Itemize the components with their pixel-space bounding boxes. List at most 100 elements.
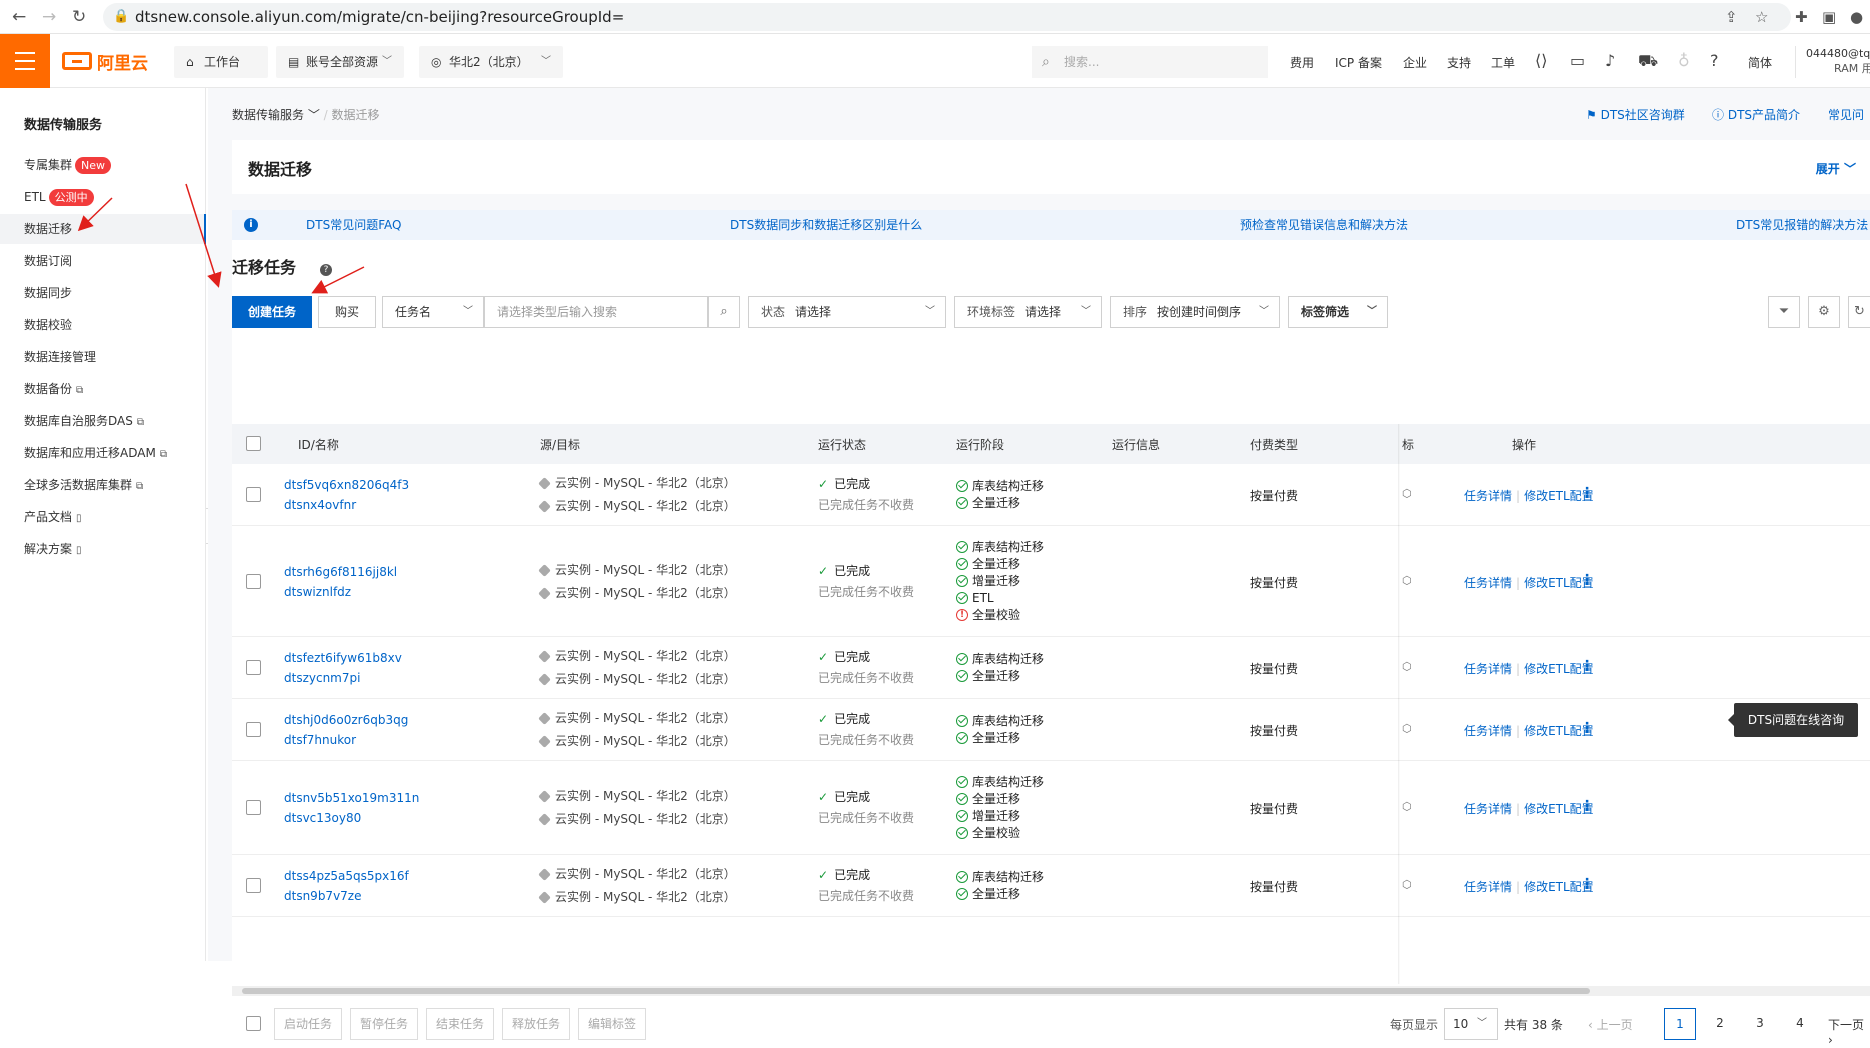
profile-icon[interactable]: ● <box>1850 8 1863 26</box>
sidebar-item-connection-mgmt[interactable]: 数据连接管理 <box>0 342 206 372</box>
faq-link-2[interactable]: DTS数据同步和数据迁移区别是什么 <box>730 210 922 240</box>
row-checkbox[interactable] <box>246 800 261 815</box>
more-actions-icon[interactable]: ⋮ <box>1580 485 1594 501</box>
more-actions-icon[interactable]: ⋮ <box>1580 876 1594 892</box>
sidebar-item-data-validation[interactable]: 数据校验 <box>0 310 206 340</box>
faq-link-4[interactable]: DTS常见报错的解决方法 <box>1736 210 1868 240</box>
task-name-link[interactable]: dtswiznlfdz <box>284 582 397 602</box>
task-id-link[interactable]: dtsfezt6ifyw61b8xv <box>284 648 402 668</box>
footer-select-all-checkbox[interactable] <box>246 1016 261 1031</box>
edit-tags-button[interactable]: 编辑标签 <box>578 1008 646 1040</box>
sidebar-item-data-migration[interactable]: 数据迁移 <box>0 214 206 244</box>
search-button[interactable]: ⌕ <box>708 296 740 328</box>
more-actions-icon[interactable]: ⋮ <box>1580 572 1594 588</box>
row-checkbox[interactable] <box>246 878 261 893</box>
search-type-select[interactable]: 任务名 ﹀ <box>382 296 484 328</box>
row-checkbox[interactable] <box>246 573 261 589</box>
task-name-link[interactable]: dtsvc13oy80 <box>284 808 419 828</box>
task-detail-link[interactable]: 任务详情 <box>1464 489 1512 503</box>
sidebar-item-data-subscription[interactable]: 数据订阅 <box>0 246 206 276</box>
task-detail-link[interactable]: 任务详情 <box>1464 662 1512 676</box>
sidebar-item-solutions[interactable]: 解决方案 ▯ <box>0 534 206 564</box>
sort-select[interactable]: 排序 按创建时间倒序 ﹀ <box>1110 296 1280 328</box>
end-task-button[interactable]: 结束任务 <box>426 1008 494 1040</box>
global-search-input[interactable]: ⌕ 搜索... <box>1032 46 1268 78</box>
task-detail-link[interactable]: 任务详情 <box>1464 880 1512 894</box>
help-icon[interactable]: ? <box>320 264 332 276</box>
task-id-link[interactable]: dtss4pz5a5qs5px16f <box>284 866 409 886</box>
release-task-button[interactable]: 释放任务 <box>502 1008 570 1040</box>
task-name-link[interactable]: dtsn9b7v7ze <box>284 886 409 906</box>
menu-button[interactable] <box>0 34 50 88</box>
tag-icon[interactable]: ⬡ <box>1402 574 1412 587</box>
refresh-button[interactable]: ↻ <box>1848 296 1870 328</box>
bookmark-star-icon[interactable]: ☆ <box>1755 8 1768 26</box>
breadcrumb-root[interactable]: 数据传输服务 <box>232 108 304 122</box>
row-checkbox[interactable] <box>246 660 261 675</box>
page-3[interactable]: 3 <box>1744 1008 1776 1040</box>
tag-icon[interactable]: ⬡ <box>1402 660 1412 673</box>
sidebar-item-docs[interactable]: 产品文档 ▯ <box>0 502 206 532</box>
task-id-link[interactable]: dtsnv5b51xo19m311n <box>284 788 419 808</box>
bell-icon[interactable]: ♪ <box>1605 51 1615 70</box>
tag-icon[interactable]: ⬡ <box>1402 878 1412 891</box>
horizontal-scrollbar[interactable] <box>232 986 1870 996</box>
code-icon[interactable]: ⟨⟩ <box>1535 51 1547 70</box>
status-filter-select[interactable]: 状态 请选择 ﹀ <box>748 296 946 328</box>
scrollbar-thumb[interactable] <box>242 988 1590 994</box>
account-info[interactable]: 044480@tql... RAM 用户 <box>1795 46 1870 78</box>
reload-icon[interactable]: ↻ <box>72 7 86 27</box>
more-actions-icon[interactable]: ⋮ <box>1580 798 1594 814</box>
page-2[interactable]: 2 <box>1704 1008 1736 1040</box>
page-4[interactable]: 4 <box>1784 1008 1816 1040</box>
next-page-button[interactable]: 下一页 › <box>1828 1016 1870 1047</box>
chevron-down-icon[interactable]: ﹀ <box>308 108 324 122</box>
forward-icon[interactable]: → <box>42 7 56 27</box>
settings-button[interactable]: ⚙ <box>1808 296 1840 328</box>
row-checkbox[interactable] <box>246 722 261 737</box>
start-task-button[interactable]: 启动任务 <box>274 1008 342 1040</box>
sidebar-item-data-backup[interactable]: 数据备份 ⧉ <box>0 374 206 404</box>
tag-filter-button[interactable]: 标签筛选 ﹀ <box>1288 296 1388 328</box>
faq-link-3[interactable]: 预检查常见错误信息和解决方法 <box>1240 210 1408 240</box>
env-tag-select[interactable]: 环境标签 请选择 ﹀ <box>954 296 1102 328</box>
bulb-icon[interactable]: ♁ <box>1678 51 1690 70</box>
share-icon[interactable]: ⇪ <box>1725 8 1738 26</box>
extensions-icon[interactable]: ✚ <box>1795 8 1808 26</box>
back-icon[interactable]: ← <box>12 7 26 27</box>
sidebar-item-data-sync[interactable]: 数据同步 <box>0 278 206 308</box>
sidebar-item-global-active[interactable]: 全球多活数据库集群 ⧉ <box>0 470 206 500</box>
task-name-link[interactable]: dtszycnm7pi <box>284 668 402 688</box>
sidebar-item-das[interactable]: 数据库自治服务DAS ⧉ <box>0 406 206 436</box>
header-link-cost[interactable]: 费用 <box>1290 54 1314 71</box>
online-consult-tooltip[interactable]: DTS问题在线咨询 <box>1728 703 1858 737</box>
expand-button[interactable]: 展开 ﹀ <box>1816 160 1856 177</box>
task-name-link[interactable]: dtsnx4ovfnr <box>284 495 409 515</box>
header-link-enterprise[interactable]: 企业 <box>1403 54 1427 71</box>
task-name-link[interactable]: dtsf7hnukor <box>284 730 408 750</box>
intro-link[interactable]: ⓘ DTS产品简介 <box>1712 106 1800 123</box>
row-checkbox[interactable] <box>246 487 261 502</box>
prev-page-button[interactable]: ‹ 上一页 <box>1588 1016 1633 1033</box>
help-icon[interactable]: ? <box>1710 51 1719 70</box>
task-detail-link[interactable]: 任务详情 <box>1464 802 1512 816</box>
select-all-checkbox[interactable] <box>246 436 261 451</box>
filter-button[interactable]: ⏷ <box>1768 296 1800 328</box>
tag-icon[interactable]: ⬡ <box>1402 722 1412 735</box>
more-actions-icon[interactable]: ⋮ <box>1580 658 1594 674</box>
aliyun-logo[interactable]: 阿里云 <box>62 49 148 74</box>
address-bar[interactable]: 🔒 dtsnew.console.aliyun.com/migrate/cn-b… <box>103 3 1791 31</box>
task-id-link[interactable]: dtsf5vq6xn8206q4f3 <box>284 475 409 495</box>
sidebar-item-adam[interactable]: 数据库和应用迁移ADAM ⧉ <box>0 438 206 468</box>
pause-task-button[interactable]: 暂停任务 <box>350 1008 418 1040</box>
header-link-ticket[interactable]: 工单 <box>1491 54 1515 71</box>
sidebar-item-etl[interactable]: ETL 公测中 <box>0 182 206 212</box>
tag-icon[interactable]: ⬡ <box>1402 800 1412 813</box>
create-task-button[interactable]: 创建任务 <box>232 296 312 328</box>
buy-button[interactable]: 购买 <box>318 296 376 328</box>
tag-icon[interactable]: ⬡ <box>1402 487 1412 500</box>
faq-link-1[interactable]: DTS常见问题FAQ <box>306 210 401 240</box>
task-detail-link[interactable]: 任务详情 <box>1464 576 1512 590</box>
language-switch[interactable]: 简体 <box>1748 54 1772 71</box>
faq-link[interactable]: 常见问 <box>1828 106 1864 123</box>
